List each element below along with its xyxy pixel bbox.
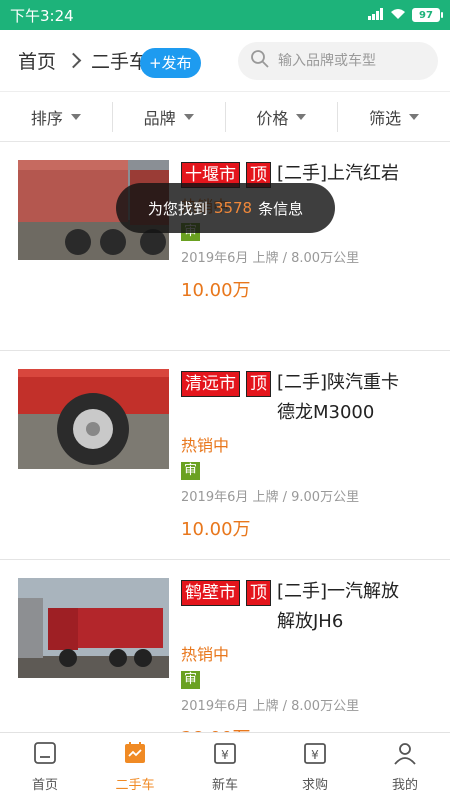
battery-icon: 97 xyxy=(412,8,443,22)
listing-title: [二手]一汽解放解放JH6 xyxy=(277,581,400,632)
listing-price: 28.00万 xyxy=(181,724,436,732)
toast-count: 3578 xyxy=(213,199,253,217)
dropdown-arrow-icon xyxy=(70,113,81,120)
listing-price: 10.00万 xyxy=(181,519,251,540)
filter-label: 排序 xyxy=(30,108,63,128)
listing-item[interactable]: 清远市 顶 [二手]陕汽重卡德龙M3000 热销中 审 2019年6月 上牌 /… xyxy=(0,351,450,560)
tab-purchase[interactable]: ¥ 求购 xyxy=(270,733,360,800)
listing-meta: 2019年6月 上牌 / 9.00万公里 xyxy=(181,490,360,505)
status-time: 下午3:24 xyxy=(10,6,74,25)
status-icons: 97 xyxy=(368,7,443,23)
purchase-icon: ¥ xyxy=(302,740,328,770)
audit-badge: 审 xyxy=(181,671,201,689)
filter-sort[interactable]: 排序 xyxy=(0,102,112,132)
home-icon xyxy=(32,740,58,770)
city-tag: 清远市 xyxy=(181,371,240,397)
profile-icon xyxy=(392,740,418,770)
city-tag: 鹤壁市 xyxy=(181,580,240,606)
truck-photo xyxy=(18,578,169,678)
filter-bar: 排序 品牌 价格 筛选 xyxy=(0,92,450,142)
signal-icon xyxy=(368,7,384,23)
dropdown-arrow-icon xyxy=(296,113,307,120)
tab-label: 求购 xyxy=(301,778,328,793)
new-car-icon: ¥ xyxy=(212,740,238,770)
search-box[interactable] xyxy=(238,41,438,80)
filter-price[interactable]: 价格 xyxy=(224,101,338,132)
search-input[interactable] xyxy=(278,52,418,69)
hot-label: 热销中 xyxy=(181,645,230,664)
chevron-right-icon xyxy=(65,52,82,69)
audit-badge: 审 xyxy=(181,462,201,480)
search-icon xyxy=(250,49,270,73)
filter-label: 品牌 xyxy=(143,108,176,128)
filter-more[interactable]: 筛选 xyxy=(337,101,450,132)
tab-label: 首页 xyxy=(31,778,58,793)
svg-text:¥: ¥ xyxy=(311,748,319,762)
filter-label: 筛选 xyxy=(369,108,402,128)
title-row: 鹤壁市 顶 [二手]一汽解放解放JH6 xyxy=(181,580,436,637)
tab-new-car[interactable]: ¥ 新车 xyxy=(180,733,270,800)
tab-home[interactable]: 首页 xyxy=(0,733,90,800)
result-count-toast: 为您找到 3578 条信息 xyxy=(116,183,335,233)
tab-used-car[interactable]: 二手车 xyxy=(90,733,180,800)
publish-button[interactable]: +发布 xyxy=(140,47,201,78)
filter-brand[interactable]: 品牌 xyxy=(111,101,225,132)
breadcrumb-home[interactable]: 首页 xyxy=(18,47,56,74)
svg-text:¥: ¥ xyxy=(221,748,229,762)
dropdown-arrow-icon xyxy=(409,113,420,120)
header: 首页 二手车 +发布 xyxy=(0,30,450,92)
status-bar: 下午3:24 97 xyxy=(0,0,450,30)
hot-label: 热销中 xyxy=(181,436,230,455)
bottom-tab-bar: 首页 二手车 ¥ 新车 ¥ 求购 我的 xyxy=(0,732,450,800)
listing-item[interactable]: 鹤壁市 顶 [二手]一汽解放解放JH6 热销中 审 2019年6月 上牌 / 8… xyxy=(0,560,450,732)
tab-label: 新车 xyxy=(211,778,238,793)
top-tag: 顶 xyxy=(246,371,271,397)
listing-info: 清远市 顶 [二手]陕汽重卡德龙M3000 热销中 审 2019年6月 上牌 /… xyxy=(181,371,436,541)
wifi-icon xyxy=(390,8,406,23)
filter-label: 价格 xyxy=(256,108,289,128)
used-car-icon xyxy=(122,740,148,770)
toast-prefix: 为您找到 xyxy=(147,199,208,218)
top-tag: 顶 xyxy=(246,580,271,606)
toast-suffix: 条信息 xyxy=(258,199,304,218)
listing-info: 鹤壁市 顶 [二手]一汽解放解放JH6 热销中 审 2019年6月 上牌 / 8… xyxy=(181,580,436,732)
truck-photo xyxy=(18,369,169,469)
listing-title: [二手]陕汽重卡德龙M3000 xyxy=(277,372,400,423)
dropdown-arrow-icon xyxy=(183,113,194,120)
tab-label: 二手车 xyxy=(115,778,155,793)
listing-meta: 2019年6月 上牌 / 8.00万公里 xyxy=(181,699,360,714)
tab-label: 我的 xyxy=(391,778,418,793)
title-row: 清远市 顶 [二手]陕汽重卡德龙M3000 xyxy=(181,371,436,428)
tab-profile[interactable]: 我的 xyxy=(360,733,450,800)
listing-meta: 2019年6月 上牌 / 8.00万公里 xyxy=(181,251,360,266)
listing-item[interactable]: 十堰市 顶 [二手]上汽红岩 热销中 审 2019年6月 上牌 / 8.00万公… xyxy=(0,142,450,351)
listing-price: 10.00万 xyxy=(181,280,251,301)
